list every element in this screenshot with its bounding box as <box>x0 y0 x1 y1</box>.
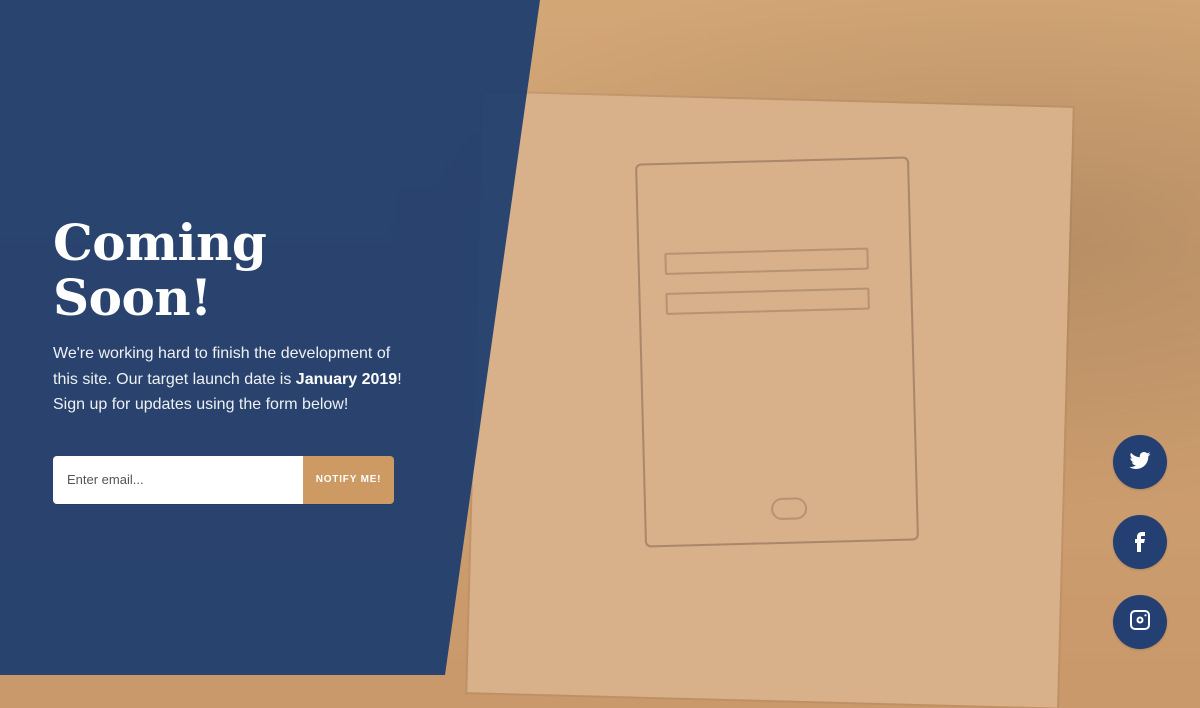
email-input[interactable] <box>53 455 303 504</box>
sketch-bar <box>665 287 870 315</box>
signup-form: NOTIFY ME! <box>53 455 394 504</box>
instagram-button[interactable] <box>1113 595 1167 649</box>
facebook-button[interactable] <box>1113 515 1167 569</box>
twitter-button[interactable] <box>1113 435 1167 489</box>
launch-date: January 2019 <box>295 370 398 388</box>
instagram-icon <box>1128 608 1152 637</box>
page-title: Coming Soon! <box>53 213 267 327</box>
social-links <box>1113 435 1167 649</box>
background-sketch <box>635 156 919 548</box>
twitter-icon <box>1128 448 1152 477</box>
sketch-home-button <box>770 497 808 521</box>
hero-description: We're working hard to finish the develop… <box>53 341 413 418</box>
sketch-bar <box>664 247 869 275</box>
notify-me-button[interactable]: NOTIFY ME! <box>303 455 394 504</box>
hero-content: Coming Soon! We're working hard to finis… <box>53 215 413 504</box>
facebook-icon <box>1128 528 1152 557</box>
